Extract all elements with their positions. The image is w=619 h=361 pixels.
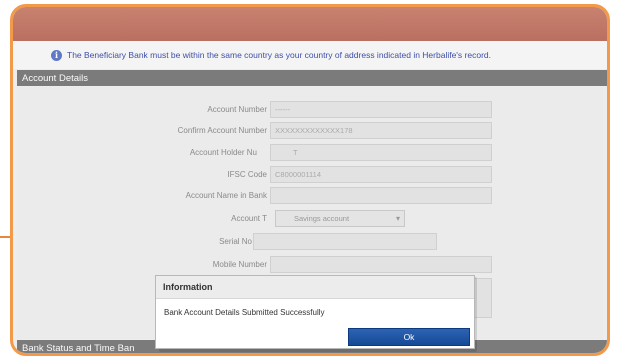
confirm-account-number-label: Confirm Account Number: [177, 126, 267, 135]
information-dialog: Information Bank Account Details Submitt…: [155, 275, 475, 349]
account-number-label: Account Number: [207, 105, 267, 114]
ok-button[interactable]: Ok: [348, 328, 470, 346]
account-number-field[interactable]: ------: [270, 101, 492, 118]
ifsc-code-field[interactable]: C8000001114: [270, 166, 492, 183]
info-icon: i: [51, 49, 62, 61]
mobile-number-label: Mobile Number: [212, 260, 267, 269]
mobile-number-field[interactable]: [270, 256, 492, 273]
chevron-down-icon: ▾: [395, 214, 400, 223]
top-banner: [13, 7, 607, 41]
dialog-message: Bank Account Details Submitted Successfu…: [164, 308, 325, 317]
country-notice: i The Beneficiary Bank must be within th…: [13, 41, 607, 69]
account-holder-field[interactable]: T: [270, 144, 492, 161]
notice-text: The Beneficiary Bank must be within the …: [67, 50, 491, 60]
section-title: Bank Status and Time Ban: [22, 342, 135, 354]
account-name-label: Account Name in Bank: [185, 191, 267, 200]
section-title: Account Details: [22, 72, 89, 84]
ifsc-code-label: IFSC Code: [227, 170, 267, 179]
account-holder-label: Account Holder Nu: [189, 148, 257, 157]
section-header-account-details: Account Details: [17, 70, 607, 86]
serial-no-field[interactable]: [253, 233, 437, 250]
account-type-value: Savings account: [294, 214, 350, 223]
account-type-label: Account T: [231, 214, 267, 223]
serial-no-label: Serial No: [219, 237, 252, 246]
account-name-field[interactable]: [270, 187, 492, 204]
dialog-title: Information: [156, 276, 474, 299]
account-type-select[interactable]: Savings account ▾: [275, 210, 405, 227]
confirm-account-number-field[interactable]: XXXXXXXXXXXXX178: [270, 122, 492, 139]
